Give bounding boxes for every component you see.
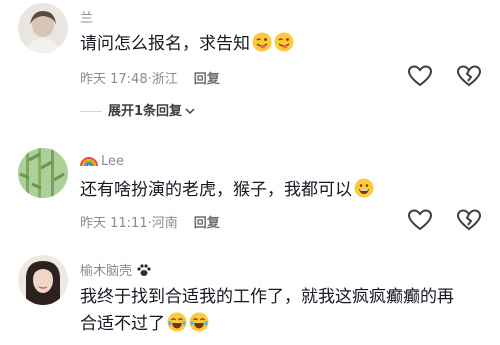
dislike-button[interactable]	[456, 208, 482, 232]
comment-text: 还有啥扮演的老虎，猴子，我都可以	[80, 177, 490, 204]
expand-replies-label: 展开1条回复	[108, 104, 183, 119]
comment-username[interactable]: 兰	[80, 7, 93, 26]
comment-text-content: 合适不过了	[80, 314, 165, 334]
comment-text: 我终于找到合适我的工作了，就我这疯疯癫癫的再 合适不过了	[80, 284, 490, 338]
comment-username[interactable]: 榆木脑壳	[80, 260, 152, 281]
dislike-button[interactable]	[456, 64, 482, 88]
paw-icon	[136, 263, 152, 281]
comment-text-line: 我终于找到合适我的工作了，就我这疯疯癫癫的再	[80, 287, 454, 307]
laugh-cry-emoji	[167, 312, 187, 332]
like-button[interactable]	[407, 208, 433, 232]
laugh-cry-emoji	[189, 312, 209, 332]
avatar[interactable]	[18, 3, 68, 53]
comment-item: 榆木脑壳 我终于找到合适我的工作了，就我这疯疯癫癫的再 合适不过了	[0, 250, 500, 345]
comment-text-content: 还有啥扮演的老虎，猴子，我都可以	[80, 180, 352, 200]
avatar[interactable]	[18, 148, 68, 198]
comment-time: 昨天 11:11	[80, 216, 148, 231]
comment-text-line-2: 合适不过了	[80, 311, 490, 338]
comment-item: 兰 请问怎么报名，求告知 昨天 17:48·浙江 回复 展开1条回复	[0, 0, 500, 130]
broken-heart-icon	[456, 65, 482, 87]
comment-location: 浙江	[151, 72, 178, 87]
heart-icon	[407, 65, 433, 87]
chevron-down-icon	[185, 104, 195, 119]
avatar[interactable]	[18, 255, 68, 305]
comment-username-text: 榆木脑壳	[80, 264, 133, 279]
wink-tongue-emoji	[274, 32, 294, 52]
heart-icon	[407, 209, 433, 231]
reply-button[interactable]: 回复	[194, 216, 220, 231]
comment-text-content: 请问怎么报名，求告知	[80, 34, 250, 54]
comment-text: 请问怎么报名，求告知	[80, 31, 490, 58]
comment-meta: 昨天 11:11·河南 回复	[80, 212, 220, 231]
comment-time: 昨天 17:48	[80, 72, 148, 87]
expand-replies-button[interactable]: 展开1条回复	[80, 100, 195, 119]
comment-username-text: Lee	[101, 154, 125, 169]
rainbow-icon	[80, 153, 98, 171]
wink-tongue-emoji	[252, 32, 272, 52]
like-button[interactable]	[407, 64, 433, 88]
comment-item: Lee 还有啥扮演的老虎，猴子，我都可以 昨天 11:11·河南 回复	[0, 140, 500, 250]
reply-button[interactable]: 回复	[194, 72, 220, 87]
broken-heart-icon	[456, 209, 482, 231]
comment-location: 河南	[151, 216, 178, 231]
grin-emoji	[354, 178, 374, 198]
comment-meta: 昨天 17:48·浙江 回复	[80, 68, 220, 87]
expand-divider	[80, 111, 102, 112]
comment-username[interactable]: Lee	[80, 153, 124, 171]
